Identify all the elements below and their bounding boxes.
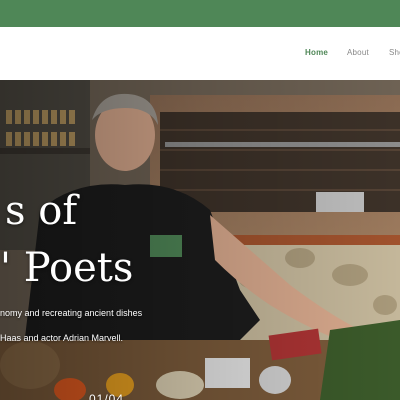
hero-subtitle-line-1: nomy and recreating ancient dishes: [0, 308, 143, 318]
top-bar: [0, 0, 400, 27]
hero-subtitle-line-2: Haas and actor Adrian Marvell.: [0, 333, 124, 343]
nav-item-about[interactable]: About: [347, 48, 369, 57]
nav-item-home[interactable]: Home: [305, 48, 328, 57]
nav-item-shop[interactable]: Sho: [389, 48, 400, 57]
hero-title-line-1: s of: [5, 188, 78, 234]
hero-title-line-2: ' Poets: [0, 245, 134, 291]
site-header: Home About Sho: [0, 27, 400, 80]
hero-kitchen-photo: [0, 80, 400, 400]
main-nav: Home About Sho: [0, 27, 400, 80]
slide-counter: 01/04: [89, 392, 125, 400]
hero-slider: s of ' Poets nomy and recreating ancient…: [0, 80, 400, 400]
